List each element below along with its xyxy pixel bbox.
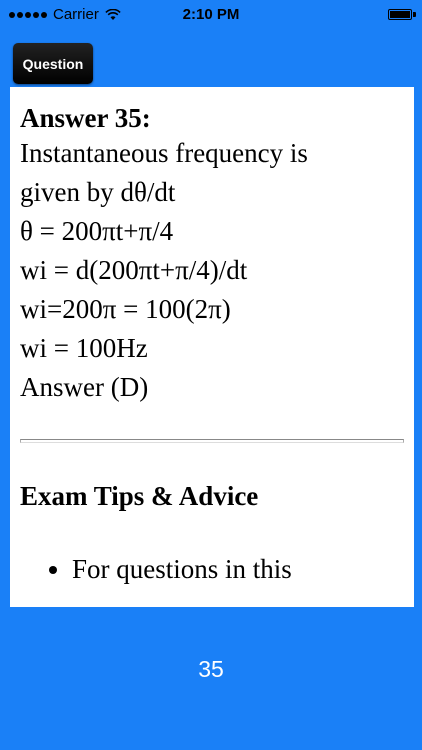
tips-list: For questions in this <box>20 551 404 587</box>
answer-line: wi = d(200πt+π/4)/dt <box>20 255 248 285</box>
tips-heading: Exam Tips & Advice <box>20 481 259 511</box>
answer-heading: Answer 35: <box>20 103 151 133</box>
answer-line: wi=200π = 100(2π) <box>20 294 231 324</box>
tips-list-item: For questions in this <box>72 551 404 587</box>
answer-content-panel[interactable]: Answer 35: Instantaneous frequency is gi… <box>10 87 414 607</box>
status-time: 2:10 PM <box>182 6 240 23</box>
horizontal-rule <box>20 439 404 443</box>
status-bar: Carrier 2:10 PM <box>0 0 422 30</box>
answer-line: wi = 100Hz <box>20 333 148 363</box>
page-number: 35 <box>198 656 224 682</box>
answer-line: given by dθ/dt <box>20 177 176 207</box>
answer-line: θ = 200πt+π/4 <box>20 216 174 246</box>
battery-cap <box>413 12 416 17</box>
question-button[interactable]: Question <box>13 43 93 84</box>
battery-icon <box>388 9 412 20</box>
answer-line: Instantaneous frequency is <box>20 138 308 168</box>
battery-fill <box>390 11 410 18</box>
answer-line: Answer (D) <box>20 372 149 402</box>
